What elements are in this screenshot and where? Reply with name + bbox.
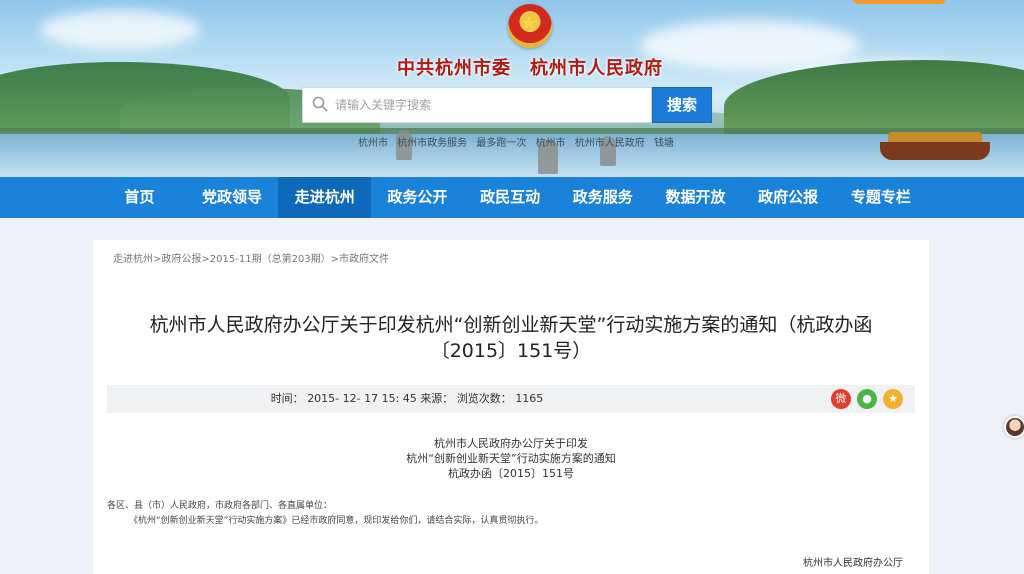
search-button[interactable]: 搜索 bbox=[652, 87, 712, 123]
nav-item-topics[interactable]: 专题专栏 bbox=[835, 177, 928, 218]
body-heading-line: 杭州市人民政府办公厅关于印发 bbox=[434, 437, 588, 450]
article-salutation: 各区、县（市）人民政府，市政府各部门、各直属单位： bbox=[107, 501, 333, 511]
article-body-heading: 杭州市人民政府办公厅关于印发 杭州“创新创业新天堂”行动实施方案的通知 杭政办函… bbox=[93, 436, 929, 481]
article-title: 杭州市人民政府办公厅关于印发杭州“创新创业新天堂”行动实施方案的通知（杭政办函 … bbox=[113, 312, 909, 364]
article-meta: 时间： 2015- 12- 17 15: 45 来源： 浏览次数： 1165 bbox=[107, 385, 707, 413]
nav-item-open-data[interactable]: 数据开放 bbox=[649, 177, 742, 218]
hotword-link[interactable]: 杭州市政务服务 bbox=[397, 138, 467, 149]
source-label: 来源： bbox=[420, 392, 454, 405]
breadcrumb-separator: > bbox=[201, 254, 210, 265]
header-banner: 中共杭州市委 杭州市人民政府 搜索 杭州市 杭州市政务服务 最多跑一次 杭州市 … bbox=[0, 0, 1024, 177]
time-value: 2015- 12- 17 15: 45 bbox=[307, 392, 417, 405]
article-meta-bar: 时间： 2015- 12- 17 15: 45 来源： 浏览次数： 1165 微… bbox=[107, 385, 915, 413]
weibo-icon[interactable]: 微 bbox=[831, 389, 851, 409]
nav-item-home[interactable]: 首页 bbox=[93, 177, 186, 218]
article-title-line1: 杭州市人民政府办公厅关于印发杭州“创新创业新天堂”行动实施方案的通知（杭政办函 bbox=[149, 314, 873, 336]
nav-item-interaction[interactable]: 政民互动 bbox=[464, 177, 557, 218]
hot-keywords: 杭州市 杭州市政务服务 最多跑一次 杭州市 杭州市人民政府 钱塘 bbox=[358, 134, 674, 149]
article-title-line2: 〔2015〕151号） bbox=[430, 340, 592, 362]
breadcrumb-link[interactable]: 政府公报 bbox=[161, 254, 201, 265]
site-title: 中共杭州市委 杭州市人民政府 bbox=[397, 58, 663, 79]
top-orange-tab[interactable] bbox=[852, 0, 946, 4]
nav-item-gov-disclosure[interactable]: 政务公开 bbox=[371, 177, 464, 218]
breadcrumb-separator: > bbox=[330, 254, 340, 265]
nav-item-leadership[interactable]: 党政领导 bbox=[186, 177, 279, 218]
body-heading-line: 杭州“创新创业新天堂”行动实施方案的通知 bbox=[406, 452, 616, 465]
floating-avatar[interactable] bbox=[1004, 416, 1024, 438]
nav-item-gazette[interactable]: 政府公报 bbox=[742, 177, 835, 218]
search-bar: 搜索 bbox=[302, 87, 712, 123]
main-nav: 首页 党政领导 走进杭州 政务公开 政民互动 政务服务 数据开放 政府公报 专题… bbox=[0, 177, 1024, 218]
star-icon[interactable]: ★ bbox=[883, 389, 903, 409]
views-value: 1165 bbox=[515, 392, 544, 405]
hotword-link[interactable]: 杭州市 bbox=[536, 138, 566, 149]
hotword-link[interactable]: 最多跑一次 bbox=[476, 138, 526, 149]
views-label: 浏览次数： bbox=[456, 392, 512, 405]
hotword-link[interactable]: 钱塘 bbox=[654, 138, 674, 149]
wechat-icon[interactable]: ● bbox=[857, 389, 877, 409]
body-heading-line: 杭政办函〔2015〕151号 bbox=[448, 467, 574, 480]
article-signer: 杭州市人民政府办公厅 bbox=[803, 558, 903, 569]
breadcrumb-link[interactable]: 市政府文件 bbox=[339, 254, 389, 265]
article-card: 走进杭州>政府公报>2015-11期（总第203期）>市政府文件 杭州市人民政府… bbox=[93, 240, 929, 574]
article-paragraph: 《杭州“创新创业新天堂”行动实施方案》已经市政府同意，现印发给你们，请结合实际，… bbox=[129, 516, 544, 526]
nav-item-services[interactable]: 政务服务 bbox=[556, 177, 649, 218]
hotword-link[interactable]: 杭州市 bbox=[358, 138, 388, 149]
national-emblem-icon bbox=[508, 4, 552, 48]
breadcrumb: 走进杭州>政府公报>2015-11期（总第203期）>市政府文件 bbox=[113, 250, 389, 265]
breadcrumb-link[interactable]: 2015-11期（总第203期） bbox=[210, 254, 331, 265]
search-box[interactable] bbox=[302, 87, 652, 123]
pleasure-boat bbox=[880, 132, 990, 164]
hotword-link[interactable]: 杭州市人民政府 bbox=[575, 138, 645, 149]
search-icon bbox=[312, 96, 328, 112]
search-input[interactable] bbox=[335, 88, 647, 122]
nav-item-about-hangzhou[interactable]: 走进杭州 bbox=[278, 177, 372, 218]
breadcrumb-link[interactable]: 走进杭州 bbox=[113, 254, 153, 265]
time-label: 时间： bbox=[270, 392, 304, 405]
